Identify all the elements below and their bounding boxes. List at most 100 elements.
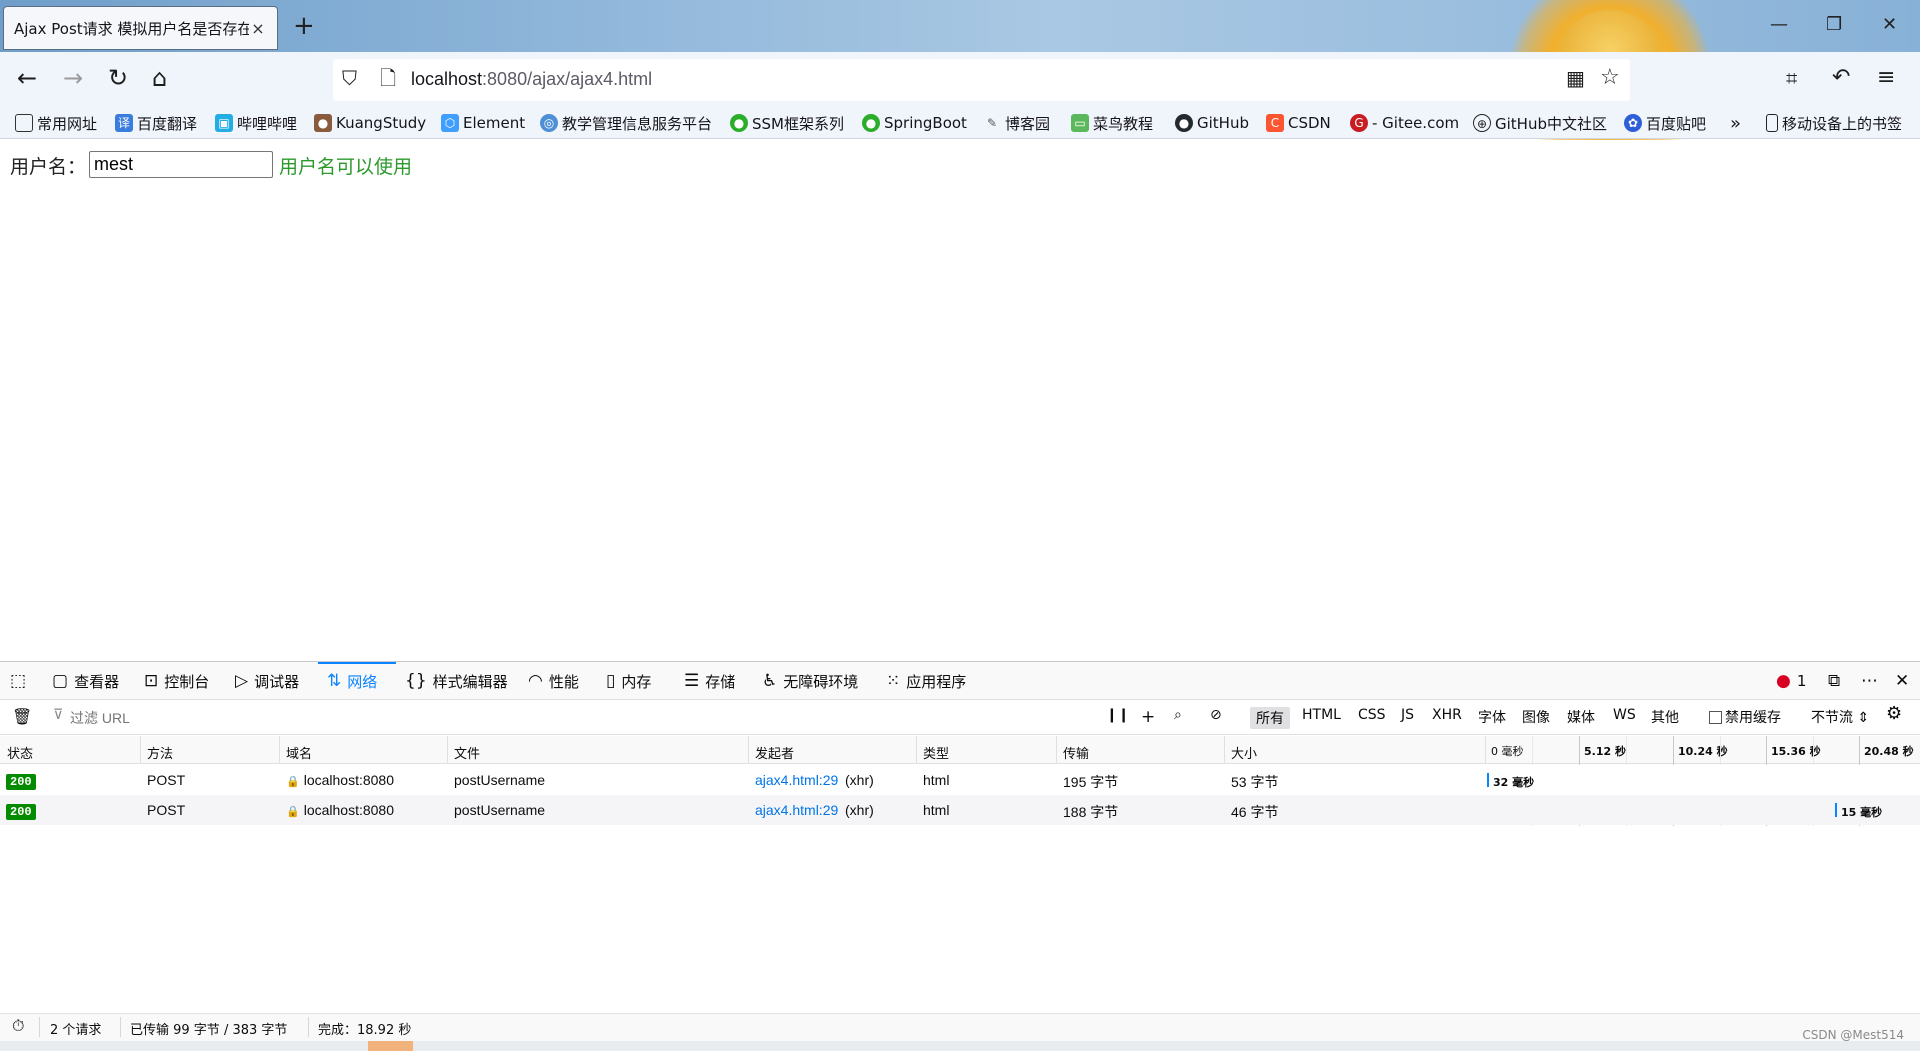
- column-divider[interactable]: [447, 736, 448, 764]
- initiator-link[interactable]: ajax4.html:29: [755, 802, 838, 818]
- tab-inspector[interactable]: ▢ 查看器: [52, 670, 119, 692]
- column-domain[interactable]: 域名: [286, 743, 312, 762]
- restore-icon[interactable]: ❐: [1826, 14, 1842, 35]
- column-divider[interactable]: [748, 736, 749, 764]
- inspector-icon: ▢: [52, 671, 69, 691]
- filter-ws[interactable]: WS: [1613, 707, 1636, 723]
- bookmark-item[interactable]: ● SpringBoot: [862, 112, 967, 134]
- menu-icon[interactable]: ≡: [1877, 64, 1895, 92]
- bookmark-item[interactable]: ▭ 菜鸟教程: [1071, 112, 1153, 134]
- tab-close-icon[interactable]: ×: [249, 19, 267, 38]
- column-transfer[interactable]: 传输: [1063, 743, 1089, 762]
- filter-js[interactable]: JS: [1401, 707, 1414, 723]
- column-size[interactable]: 大小: [1231, 743, 1257, 762]
- filter-images[interactable]: 图像: [1522, 707, 1550, 727]
- bookmark-star-icon[interactable]: ☆: [1600, 64, 1620, 92]
- minimize-icon[interactable]: —: [1770, 14, 1788, 35]
- undo-icon[interactable]: ↶: [1832, 64, 1850, 92]
- stopwatch-icon[interactable]: ⏱: [12, 1016, 24, 1036]
- column-file[interactable]: 文件: [454, 743, 480, 762]
- shield-icon[interactable]: ⛉: [342, 64, 357, 92]
- home-icon[interactable]: ⌂: [152, 64, 167, 92]
- initiator-link[interactable]: ajax4.html:29: [755, 772, 838, 788]
- disable-cache-checkbox[interactable]: 禁用缓存: [1709, 707, 1781, 727]
- username-input[interactable]: [89, 151, 273, 178]
- block-icon[interactable]: ⊘: [1210, 707, 1222, 723]
- bookmark-item[interactable]: ▣ 哔哩哔哩: [215, 112, 297, 134]
- column-method[interactable]: 方法: [147, 743, 173, 762]
- tab-memory[interactable]: ▯ 内存: [606, 670, 651, 692]
- column-divider[interactable]: [279, 736, 280, 764]
- bookmark-item[interactable]: ⬡ Element: [441, 112, 525, 134]
- bookmark-item[interactable]: ● KuangStudy: [314, 112, 426, 134]
- pause-icon[interactable]: ❙❙: [1106, 707, 1129, 723]
- reload-icon[interactable]: ↻: [108, 64, 128, 92]
- filter-media[interactable]: 媒体: [1567, 707, 1595, 727]
- initiator-link-text: ajax4.html:29: [755, 802, 839, 818]
- page-icon: 🗋: [380, 66, 397, 90]
- more-options-icon[interactable]: ⋯: [1861, 670, 1878, 692]
- throttle-select[interactable]: 不节流 ⇕: [1811, 707, 1869, 727]
- bookmark-item[interactable]: 常用网址: [15, 112, 97, 134]
- bookmark-item[interactable]: ⊕ GitHub中文社区: [1473, 112, 1607, 134]
- back-icon[interactable]: ←: [17, 64, 37, 92]
- tab-storage[interactable]: ☰ 存储: [684, 670, 735, 692]
- tab-style-editor[interactable]: {} 样式编辑器: [405, 670, 508, 692]
- tab-network[interactable]: ⇅ 网络: [327, 670, 377, 692]
- new-tab-button[interactable]: +: [293, 12, 315, 40]
- column-divider[interactable]: [1056, 736, 1057, 764]
- browser-tab[interactable]: Ajax Post请求 模拟用户名是否存在 ×: [3, 6, 278, 50]
- filter-xhr[interactable]: XHR: [1432, 707, 1462, 723]
- tab-debugger[interactable]: ▷ 调试器: [235, 670, 299, 692]
- tab-console[interactable]: ⊡ 控制台: [144, 670, 209, 692]
- type-cell-text: html: [923, 772, 950, 788]
- column-divider[interactable]: [140, 736, 141, 764]
- wechat-icon: ●: [730, 114, 748, 132]
- filter-url-input[interactable]: [50, 706, 1090, 730]
- tab-application[interactable]: ⁙ 应用程序: [886, 670, 966, 692]
- bookmark-item[interactable]: ✿ 百度贴吧: [1624, 112, 1706, 134]
- add-icon[interactable]: +: [1141, 707, 1155, 727]
- filter-other[interactable]: 其他: [1651, 707, 1679, 727]
- filter-all[interactable]: 所有: [1250, 707, 1290, 729]
- column-divider[interactable]: [1485, 736, 1486, 764]
- bookmark-item[interactable]: 译百度翻译: [115, 112, 197, 134]
- dock-icon[interactable]: ⧉: [1828, 670, 1840, 692]
- forward-icon[interactable]: →: [63, 64, 83, 92]
- filter-fonts[interactable]: 字体: [1478, 707, 1506, 727]
- gear-icon[interactable]: ⚙: [1886, 703, 1902, 724]
- runoob-icon: ▭: [1071, 114, 1089, 132]
- close-window-icon[interactable]: ✕: [1882, 14, 1897, 35]
- more-bookmarks-icon[interactable]: »: [1730, 112, 1741, 134]
- bookmark-item[interactable]: 移动设备上的书签: [1766, 112, 1902, 134]
- column-divider[interactable]: [916, 736, 917, 764]
- column-divider[interactable]: [1224, 736, 1225, 764]
- close-devtools-icon[interactable]: ✕: [1895, 670, 1909, 692]
- timing-bar[interactable]: [1487, 773, 1489, 787]
- transferred-summary: 已传输 99 字节 / 383 字节: [130, 1023, 288, 1038]
- school-icon: ◎: [540, 114, 558, 132]
- column-initiator[interactable]: 发起者: [755, 743, 794, 762]
- bookmark-item[interactable]: ● SSM框架系列: [730, 112, 844, 134]
- column-type[interactable]: 类型: [923, 743, 949, 762]
- timing-bar[interactable]: [1835, 803, 1837, 817]
- bookmark-item[interactable]: ◎ 教学管理信息服务平台: [540, 112, 712, 134]
- tab-performance[interactable]: ◠ 性能: [528, 670, 579, 692]
- bookmark-item[interactable]: G- Gitee.com: [1350, 112, 1459, 134]
- divider: [308, 1017, 309, 1037]
- bookmark-item[interactable]: C CSDN: [1266, 112, 1331, 134]
- column-status[interactable]: 状态: [7, 743, 33, 762]
- domain-cell: 🔒 localhost:8080: [286, 772, 394, 788]
- bookmark-item[interactable]: ● GitHub: [1175, 112, 1249, 134]
- url-text[interactable]: localhost:8080/ajax/ajax4.html: [411, 69, 652, 90]
- filter-html[interactable]: HTML: [1302, 707, 1341, 723]
- tab-accessibility[interactable]: ♿ 无障碍环境: [762, 670, 858, 692]
- search-icon[interactable]: ⌕: [1174, 707, 1182, 723]
- bookmark-item[interactable]: ✎ 博客园: [983, 112, 1050, 134]
- error-count[interactable]: ● 1: [1776, 670, 1806, 692]
- screenshot-crop-icon[interactable]: ⌗: [1786, 64, 1797, 92]
- clear-requests-icon[interactable]: 🗑: [12, 707, 32, 726]
- element-picker-icon[interactable]: ⬚: [10, 670, 26, 692]
- filter-css[interactable]: CSS: [1358, 707, 1386, 723]
- qr-code-icon[interactable]: ▦: [1566, 64, 1585, 92]
